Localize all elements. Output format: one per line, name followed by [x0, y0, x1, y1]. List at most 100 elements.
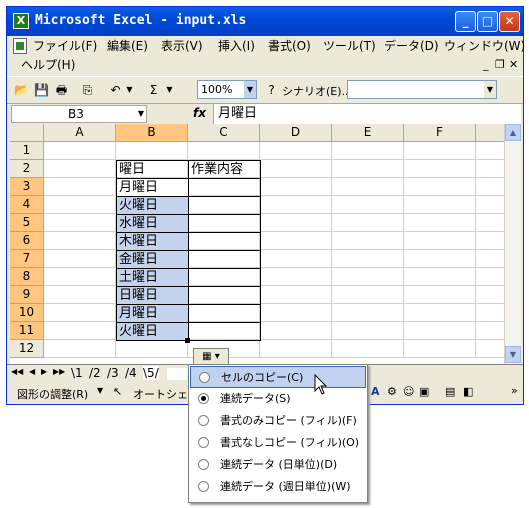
formula-input[interactable]: 月曜日 — [213, 104, 521, 124]
grid-cell[interactable] — [404, 286, 476, 304]
column-header-b[interactable]: B — [116, 124, 188, 142]
grid-cell[interactable] — [404, 142, 476, 160]
grid-cell[interactable] — [332, 178, 404, 196]
3d-icon[interactable]: ◧ — [463, 385, 473, 398]
row-header[interactable]: 3 — [10, 178, 44, 196]
grid-cell[interactable] — [44, 160, 116, 178]
vertical-scrollbar[interactable]: ▲ ▼ — [504, 124, 521, 364]
clipart-icon[interactable]: ☺ — [403, 385, 414, 398]
grid-cell[interactable] — [44, 304, 116, 322]
grid-cell[interactable] — [332, 322, 404, 340]
column-header-a[interactable]: A — [44, 124, 116, 142]
grid-cell[interactable] — [332, 214, 404, 232]
grid-cell[interactable] — [260, 178, 332, 196]
column-header-f[interactable]: F — [404, 124, 476, 142]
grid-cell[interactable] — [260, 268, 332, 286]
menu-item-copy-cells[interactable]: セルのコピー(C) — [190, 366, 366, 388]
grid-cell[interactable] — [44, 268, 116, 286]
sheet-tab[interactable]: /4 — [125, 366, 137, 380]
grid-cell[interactable] — [44, 142, 116, 160]
row-header[interactable]: 12 — [10, 340, 44, 358]
wordart-icon[interactable]: A — [371, 385, 380, 398]
grid-cell[interactable] — [404, 214, 476, 232]
sheet-tab-active[interactable]: \5/ — [143, 366, 159, 380]
grid-cell[interactable] — [260, 232, 332, 250]
workbook-icon[interactable] — [13, 38, 27, 54]
menu-window[interactable]: ウィンドウ(W) — [444, 37, 525, 55]
grid-cell[interactable] — [404, 268, 476, 286]
first-sheet-icon[interactable]: ◀◀ — [11, 367, 23, 376]
chevron-down-icon[interactable]: ▼ — [244, 81, 256, 98]
row-header[interactable]: 2 — [10, 160, 44, 178]
cell-c8[interactable] — [188, 268, 261, 287]
excel-app-icon[interactable]: X — [13, 13, 29, 29]
grid-cell[interactable] — [332, 232, 404, 250]
grid-cell[interactable] — [260, 340, 332, 358]
save-icon[interactable]: 💾 — [33, 82, 50, 98]
doc-close-button[interactable]: ✕ — [509, 56, 518, 74]
fill-handle[interactable] — [185, 338, 190, 343]
grid-cell[interactable] — [116, 340, 188, 358]
grid-cell[interactable] — [44, 322, 116, 340]
chevron-down-icon[interactable]: ▼ — [97, 386, 103, 395]
cell-b9[interactable]: 日曜日 — [116, 286, 189, 305]
grid-cell[interactable] — [404, 304, 476, 322]
last-sheet-icon[interactable]: ▶▶ — [53, 367, 65, 376]
grid-cell[interactable] — [260, 160, 332, 178]
diagram-icon[interactable]: ⚙ — [387, 385, 397, 398]
menu-item-fill-series[interactable]: 連続データ(S) — [190, 388, 366, 410]
worksheet-grid[interactable]: A B C D E F 1 2 3 4 5 6 7 8 9 10 11 12 曜… — [10, 124, 520, 364]
grid-cell[interactable] — [44, 214, 116, 232]
print-icon[interactable]: 🖶 — [53, 82, 70, 98]
grid-cell[interactable] — [44, 196, 116, 214]
cell-b11[interactable]: 火曜日 — [116, 322, 189, 341]
next-sheet-icon[interactable]: ▶ — [41, 367, 47, 376]
autosum-icon[interactable]: Σ — [145, 82, 162, 98]
grid-cell[interactable] — [188, 142, 260, 160]
chevron-down-icon[interactable]: ▼ — [138, 106, 144, 122]
scroll-down-icon[interactable]: ▼ — [505, 346, 521, 363]
picture-icon[interactable]: ▣ — [419, 385, 429, 398]
grid-cell[interactable] — [44, 286, 116, 304]
sheet-tab[interactable]: /2 — [89, 366, 101, 380]
cell-b5[interactable]: 水曜日 — [116, 214, 189, 233]
fx-icon[interactable]: fx — [193, 106, 206, 120]
column-header-d[interactable]: D — [260, 124, 332, 142]
menu-item-fill-weekdays[interactable]: 連続データ (週日単位)(W) — [190, 476, 366, 498]
row-header[interactable]: 4 — [10, 196, 44, 214]
grid-cell[interactable] — [332, 142, 404, 160]
row-header[interactable]: 8 — [10, 268, 44, 286]
grid-cell[interactable] — [404, 178, 476, 196]
grid-cell[interactable] — [260, 214, 332, 232]
zoom-combo[interactable]: 100% ▼ — [197, 80, 257, 99]
title-bar[interactable]: X Microsoft Excel - input.xls _ □ ✕ — [7, 7, 523, 36]
column-header-c[interactable]: C — [188, 124, 260, 142]
cell-b4[interactable]: 火曜日 — [116, 196, 189, 215]
cell-c9[interactable] — [188, 286, 261, 305]
shadow-icon[interactable]: ▤ — [445, 385, 455, 398]
row-header[interactable]: 9 — [10, 286, 44, 304]
row-header[interactable]: 5 — [10, 214, 44, 232]
cell-c3[interactable] — [188, 178, 261, 197]
grid-cell[interactable] — [332, 268, 404, 286]
adjust-shapes-menu[interactable]: 図形の調整(R) — [17, 386, 88, 402]
cell-b7[interactable]: 金曜日 — [116, 250, 189, 269]
grid-cell[interactable] — [260, 322, 332, 340]
menu-insert[interactable]: 挿入(I) — [218, 37, 255, 55]
menu-item-fill-days[interactable]: 連続データ (日単位)(D) — [190, 454, 366, 476]
minimize-button[interactable]: _ — [455, 11, 476, 32]
grid-cell[interactable] — [260, 304, 332, 322]
prev-sheet-icon[interactable]: ◀ — [29, 367, 35, 376]
menu-data[interactable]: データ(D) — [384, 37, 439, 55]
column-header-e[interactable]: E — [332, 124, 404, 142]
grid-cell[interactable] — [44, 250, 116, 268]
grid-cell[interactable] — [260, 250, 332, 268]
grid-cell[interactable] — [44, 340, 116, 358]
grid-cell[interactable] — [44, 232, 116, 250]
cell-b6[interactable]: 木曜日 — [116, 232, 189, 251]
grid-cell[interactable] — [404, 196, 476, 214]
menu-format[interactable]: 書式(O) — [268, 37, 311, 55]
grid-cell[interactable] — [116, 142, 188, 160]
menu-item-fill-without-formatting[interactable]: 書式なしコピー (フィル)(O) — [190, 432, 366, 454]
doc-restore-button[interactable]: ❐ — [495, 56, 505, 74]
